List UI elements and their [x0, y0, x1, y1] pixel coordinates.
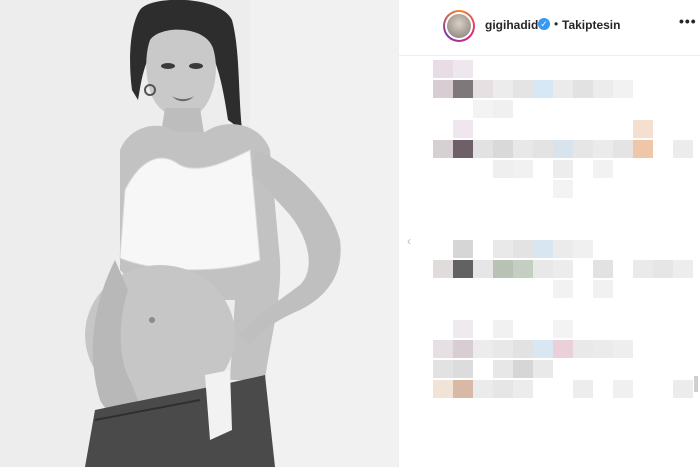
- comments-list-pixelated: [433, 56, 700, 467]
- previous-arrow-icon[interactable]: ‹: [400, 232, 418, 250]
- comments-scrollbar[interactable]: [694, 376, 698, 392]
- avatar-ring: [445, 12, 473, 40]
- separator-dot: •: [554, 17, 559, 31]
- post-image: [0, 0, 398, 467]
- verified-badge-icon: ✓: [538, 18, 550, 30]
- instagram-post: gigihadid ✓ • Takiptesin ••• ‹: [0, 0, 700, 467]
- more-options-icon[interactable]: •••: [679, 13, 697, 29]
- post-side-panel: gigihadid ✓ • Takiptesin •••: [398, 0, 700, 467]
- profile-avatar[interactable]: [443, 10, 475, 42]
- post-header: gigihadid ✓ • Takiptesin •••: [399, 0, 700, 56]
- username-link[interactable]: gigihadid: [485, 18, 538, 32]
- post-photo[interactable]: [0, 0, 398, 467]
- following-button[interactable]: Takiptesin: [562, 18, 620, 32]
- avatar-image: [447, 14, 471, 38]
